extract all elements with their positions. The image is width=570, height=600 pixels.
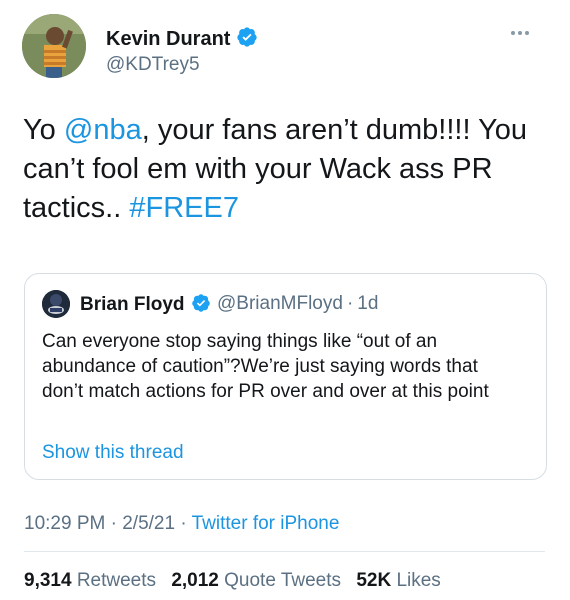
quoted-author-name[interactable]: Brian Floyd xyxy=(80,293,211,316)
author-name-text: Kevin Durant xyxy=(106,28,231,50)
quoted-separator: · xyxy=(346,293,354,314)
author-avatar-image xyxy=(22,14,86,78)
retweets-stat[interactable]: 9,314 Retweets xyxy=(24,570,156,591)
retweets-count: 9,314 xyxy=(24,570,72,591)
quoted-avatar xyxy=(42,290,70,318)
quoted-meta: @BrianMFloyd · 1d xyxy=(217,293,378,315)
quote-tweets-count: 2,012 xyxy=(171,570,219,591)
verified-badge-icon xyxy=(237,27,258,47)
timestamp-separator-1: · xyxy=(110,513,117,534)
tweet-source-link[interactable]: Twitter for iPhone xyxy=(192,513,340,534)
quoted-age: 1d xyxy=(357,293,379,314)
quoted-avatar-image xyxy=(42,290,70,318)
retweets-label: Retweets xyxy=(76,570,157,591)
quoted-verified-badge-icon xyxy=(191,294,210,312)
author-name[interactable]: Kevin Durant xyxy=(106,26,258,51)
more-options-icon[interactable] xyxy=(511,28,535,38)
quote-tweets-stat[interactable]: 2,012 Quote Tweets xyxy=(171,570,341,591)
tweet-text: Yo @nba, your fans aren’t dumb!!!! You c… xyxy=(23,111,543,228)
likes-count: 52K xyxy=(356,570,392,591)
quote-tweets-label: Quote Tweets xyxy=(224,570,342,591)
author-avatar[interactable] xyxy=(22,14,86,78)
quoted-author-name-text: Brian Floyd xyxy=(80,294,185,315)
author-handle[interactable]: @KDTrey5 xyxy=(106,54,200,76)
engagement-stats: 9,314 Retweets 2,012 Quote Tweets 52K Li… xyxy=(24,570,441,592)
tweet-time[interactable]: 10:29 PM xyxy=(24,513,105,534)
hashtag-link[interactable]: #FREE7 xyxy=(129,192,239,224)
show-thread-link[interactable]: Show this thread xyxy=(42,442,184,464)
quoted-tweet-card[interactable]: Brian Floyd @BrianMFloyd · 1d Can everyone… xyxy=(24,273,547,480)
quoted-text: Can everyone stop saying things like “ou… xyxy=(42,331,489,402)
likes-stat[interactable]: 52K Likes xyxy=(356,570,441,591)
tweet-timestamp: 10:29 PM · 2/5/21 · Twitter for iPhone xyxy=(24,513,339,535)
mention-link[interactable]: @nba xyxy=(64,114,142,146)
likes-label: Likes xyxy=(396,570,441,591)
tweet-text-part1: Yo xyxy=(23,114,64,146)
divider xyxy=(24,551,545,552)
quoted-handle[interactable]: @BrianMFloyd xyxy=(217,293,343,314)
timestamp-separator-2: · xyxy=(180,513,187,534)
tweet-date[interactable]: 2/5/21 xyxy=(122,513,175,534)
